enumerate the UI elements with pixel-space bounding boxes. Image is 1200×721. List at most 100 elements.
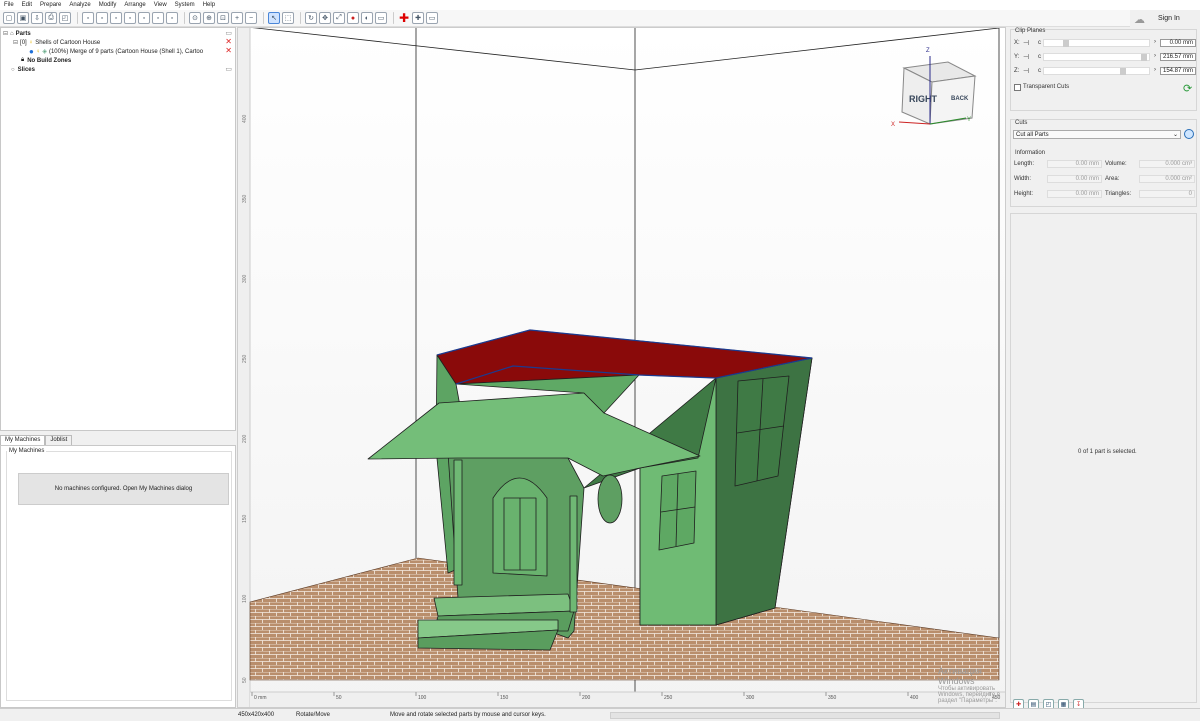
bulb-icon[interactable]: ♀ (29, 40, 34, 46)
bulb-icon[interactable]: ♀ (36, 49, 41, 55)
clip-direction-icon[interactable]: ⊣ (1023, 67, 1029, 75)
color-by-icon[interactable]: ● (347, 12, 359, 24)
clip-slider-thumb[interactable] (1119, 68, 1126, 75)
chevron-right-icon[interactable]: › (1154, 67, 1156, 73)
menu-view[interactable]: View (154, 2, 167, 8)
new-icon[interactable]: ▢ (3, 12, 15, 24)
3d-viewport[interactable]: 400 350 300 250 200 150 100 50 0 mm 50 100 150 200 2… (237, 27, 1006, 708)
no-machines-button[interactable]: No machines configured. Open My Machines… (18, 473, 229, 505)
clip-c-label: c (1038, 40, 1041, 46)
fit-view-icon[interactable]: ⤢ (333, 12, 345, 24)
view-bottom-icon[interactable]: ▫ (152, 12, 164, 24)
navcube-back[interactable]: BACK (951, 96, 969, 102)
clip-value-input[interactable]: 216.57 mm (1160, 53, 1196, 61)
menu-file[interactable]: File (4, 2, 14, 8)
tree-node-merge[interactable]: ● ♀ ◈ (100%) Merge of 9 parts (Cartoon H… (29, 47, 203, 56)
scene-svg[interactable]: 400 350 300 250 200 150 100 50 0 mm 50 100 150 200 2… (238, 28, 1006, 708)
view-top-icon[interactable]: ▫ (138, 12, 150, 24)
tab-my-machines[interactable]: My Machines (0, 435, 46, 445)
toolbar-separator (393, 12, 394, 24)
print-icon[interactable]: ⎙ (45, 12, 57, 24)
import-icon[interactable]: ⇩ (31, 12, 43, 24)
globe-icon[interactable] (1184, 129, 1194, 139)
tree-node-shell[interactable]: ⊟ [0] ♀ Shells of Cartoon House (13, 38, 100, 47)
x-tick-label: 400 (910, 695, 919, 701)
clip-axis-label: X: (1014, 40, 1020, 46)
clip-direction-icon[interactable]: ⊣ (1023, 53, 1029, 61)
windows-watermark: Активация Windows Чтобы активировать Win… (938, 666, 1005, 704)
select-box-icon[interactable]: ⬚ (282, 12, 294, 24)
clip-slider[interactable] (1043, 67, 1150, 75)
machines-group-label: My Machines (7, 448, 47, 454)
menu-help[interactable]: Help (203, 2, 215, 8)
clip-axis-label: Y: (1014, 54, 1020, 60)
no-machines-message: No machines configured. Open My Machines… (54, 486, 193, 492)
screenshot-icon[interactable]: ◰ (59, 12, 71, 24)
menu-prepare[interactable]: Prepare (40, 2, 61, 8)
camera-icon[interactable]: ▭ (375, 12, 387, 24)
y-tick-label: 250 (242, 354, 248, 363)
tree-node-nbz[interactable]: 🔒︎ No Build Zones (21, 56, 71, 65)
sign-in-button[interactable]: Sign In (1158, 15, 1180, 22)
clip-direction-icon[interactable]: ⊣ (1023, 39, 1029, 47)
menu-bar: File Edit Prepare Analyze Modify Arrange View S… (0, 0, 1200, 10)
menu-system[interactable]: System (175, 2, 195, 8)
merge-label: (100%) Merge of 9 parts (Cartoon House (… (48, 48, 204, 55)
view-back-icon[interactable]: ▫ (96, 12, 108, 24)
watermark-text: Чтобы активировать Windows, перейдите в … (938, 686, 1001, 704)
measure-icon[interactable]: ▭ (426, 12, 438, 24)
cuts-select[interactable]: Cut all Parts ⌄ (1013, 130, 1181, 139)
refresh-icon[interactable]: ⟳ (1183, 82, 1192, 95)
clip-slider-thumb[interactable] (1062, 40, 1069, 47)
zoom-all-icon[interactable]: ⊕ (203, 12, 215, 24)
zoom-fit-icon[interactable]: ⊙ (189, 12, 201, 24)
collapse-icon[interactable]: ⊟ (3, 30, 8, 37)
clip-slider[interactable] (1043, 53, 1150, 61)
chevron-right-icon[interactable]: › (1154, 53, 1156, 59)
clip-value-input[interactable]: 154.87 mm (1160, 67, 1196, 75)
menu-analyze[interactable]: Analyze (69, 2, 90, 8)
zoom-in-icon[interactable]: + (231, 12, 243, 24)
folder-icon[interactable]: ▭ (225, 65, 232, 73)
axis-z-label: Z (926, 48, 930, 54)
tree-node-parts[interactable]: ⊟ ⌂ Parts (3, 29, 31, 38)
shell-label: Shells of Cartoon House (35, 39, 101, 46)
folder-icon[interactable]: ▭ (225, 29, 232, 37)
collapse-icon[interactable]: ⊟ (13, 39, 18, 46)
y-tick-label: 350 (242, 194, 248, 203)
zoom-window-icon[interactable]: ⊡ (217, 12, 229, 24)
transparent-cuts-checkbox[interactable] (1014, 84, 1021, 91)
tree-node-slices[interactable]: ○ Slices (11, 65, 35, 74)
view-left-icon[interactable]: ▫ (110, 12, 122, 24)
tab-joblist[interactable]: Joblist (45, 435, 73, 445)
clip-slider[interactable] (1043, 39, 1150, 47)
sign-in-area[interactable]: ☁ Sign In (1130, 10, 1200, 27)
rotate-view-icon[interactable]: ↻ (305, 12, 317, 24)
repair-icon[interactable]: ✚ (412, 12, 424, 24)
menu-modify[interactable]: Modify (99, 2, 117, 8)
navcube-right[interactable]: RIGHT (909, 94, 938, 104)
nbz-label: No Build Zones (27, 57, 72, 64)
y-tick-label: 150 (242, 514, 248, 523)
menu-arrange[interactable]: Arrange (124, 2, 145, 8)
info-value: 0.000 cm³ (1139, 160, 1195, 168)
toolbar: ▢ ▣ ⇩ ⎙ ◰ ▫ ▫ ▫ ▫ ▫ ▫ ▫ ⊙ ⊕ ⊡ + − ↖ ⬚ ↻ ✥ ⤢ ● ◐ ▭ ✚ ✚ ▭ (0, 10, 1130, 27)
save-icon[interactable]: ▣ (17, 12, 29, 24)
view-right-icon[interactable]: ▫ (124, 12, 136, 24)
delete-shell-icon[interactable]: ✕ (225, 37, 232, 46)
view-front-icon[interactable]: ▫ (82, 12, 94, 24)
clip-value-input[interactable]: 0.00 mm (1160, 39, 1196, 47)
shading-icon[interactable]: ◐ (361, 12, 373, 24)
pan-view-icon[interactable]: ✥ (319, 12, 331, 24)
clip-slider-thumb[interactable] (1140, 54, 1147, 61)
y-tick-label: 100 (242, 594, 248, 603)
select-cursor-icon[interactable]: ↖ (268, 12, 280, 24)
view-iso-icon[interactable]: ▫ (166, 12, 178, 24)
shell-index: [0] (20, 39, 27, 46)
menu-edit[interactable]: Edit (22, 2, 32, 8)
delete-merge-icon[interactable]: ✕ (225, 46, 232, 55)
chevron-right-icon[interactable]: › (1154, 39, 1156, 45)
slices-label: Slices (17, 66, 35, 73)
zoom-out-icon[interactable]: − (245, 12, 257, 24)
add-icon[interactable]: ✚ (398, 11, 410, 25)
